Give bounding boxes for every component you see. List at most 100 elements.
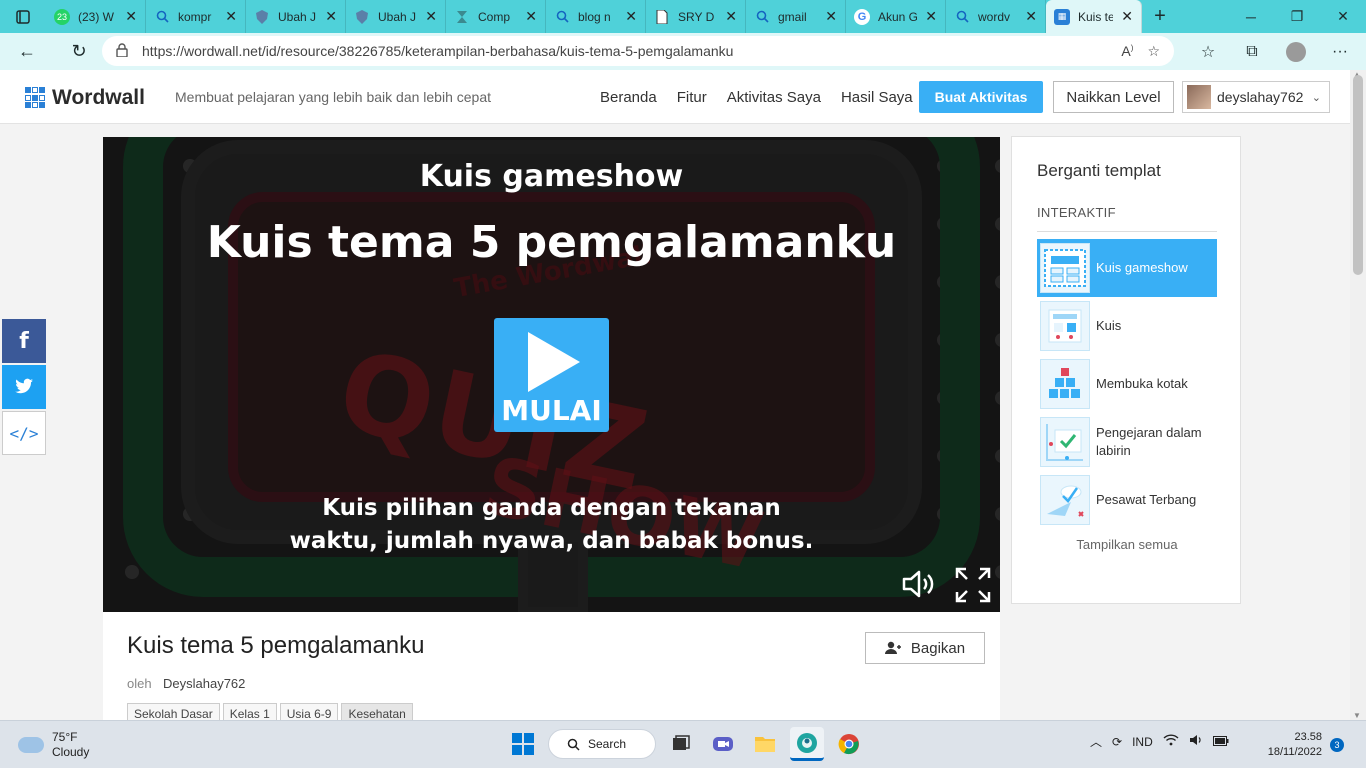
read-aloud-icon[interactable]: A) (1121, 43, 1133, 59)
wifi-icon[interactable] (1163, 734, 1179, 749)
favorites-icon[interactable]: ☆ (1186, 33, 1230, 70)
wordwall-logo[interactable]: Wordwall (25, 86, 145, 110)
person-icon (884, 641, 901, 654)
browser-tab[interactable]: G Akun G ✕ (846, 0, 946, 33)
play-icon (528, 332, 580, 392)
close-tab-icon[interactable]: ✕ (625, 8, 637, 25)
browser-tab[interactable]: SRY D ✕ (646, 0, 746, 33)
nav-my-activities[interactable]: Aktivitas Saya (727, 89, 821, 106)
taskbar-apps: Search (506, 727, 866, 761)
time: 23.58 (1294, 731, 1322, 743)
embed-button[interactable]: </> (2, 411, 46, 455)
search-label: Search (588, 737, 627, 751)
template-quiz[interactable]: Kuis (1037, 297, 1217, 355)
close-tab-icon[interactable]: ✕ (325, 8, 337, 25)
close-window-icon[interactable]: ✕ (1320, 0, 1366, 33)
fullscreen-icon[interactable] (955, 567, 991, 603)
close-tab-icon[interactable]: ✕ (1121, 8, 1133, 25)
template-airplane[interactable]: Pesawat Terbang (1037, 471, 1217, 529)
upgrade-button[interactable]: Naikkan Level (1053, 81, 1174, 113)
shield-icon (254, 9, 270, 25)
task-view-icon[interactable] (664, 727, 698, 761)
battery-icon[interactable] (1212, 735, 1229, 749)
close-tab-icon[interactable]: ✕ (725, 8, 737, 25)
template-quiz-gameshow[interactable]: Kuis gameshow (1037, 239, 1217, 297)
game-preview: The Wordwall QUIZ SHOW Kuis gameshow Kui… (103, 137, 1000, 612)
browser-tab[interactable]: Ubah J ✕ (346, 0, 446, 33)
file-explorer-icon[interactable] (748, 727, 782, 761)
browser-tab[interactable]: blog n ✕ (546, 0, 646, 33)
meet-icon[interactable] (706, 727, 740, 761)
browser-tab[interactable]: 23 (23) W ✕ (46, 0, 146, 33)
weather-widget[interactable]: 75°F Cloudy (18, 730, 89, 760)
address-bar[interactable]: https://wordwall.net/id/resource/3822678… (102, 36, 1174, 66)
browser-tab-active[interactable]: ▦ Kuis te ✕ (1046, 0, 1142, 33)
user-menu[interactable]: deyslahay762 ⌄ (1182, 81, 1330, 113)
browser-tab[interactable]: wordv ✕ (946, 0, 1046, 33)
share-button[interactable]: Bagikan (865, 632, 985, 664)
close-tab-icon[interactable]: ✕ (825, 8, 837, 25)
scroll-down-icon[interactable]: ▼ (1353, 711, 1361, 720)
new-tab-icon[interactable]: + (1142, 0, 1178, 33)
tagline: Membuat pelajaran yang lebih baik dan le… (175, 89, 491, 105)
sync-icon[interactable]: ⟳ (1112, 735, 1122, 749)
add-favorite-icon[interactable]: ☆ (1147, 43, 1160, 60)
weather-condition: Cloudy (52, 745, 90, 759)
minimize-icon[interactable]: ─ (1228, 0, 1274, 33)
create-activity-button[interactable]: Buat Aktivitas (919, 81, 1043, 113)
search-icon (954, 9, 970, 25)
restore-icon[interactable]: ❐ (1274, 0, 1320, 33)
page-scrollbar[interactable]: ▲ ▼ (1350, 70, 1366, 720)
lock-icon[interactable] (116, 42, 128, 60)
chrome-icon[interactable] (832, 727, 866, 761)
start-icon[interactable] (506, 727, 540, 761)
scrollbar-thumb[interactable] (1353, 75, 1363, 275)
sound-icon[interactable] (901, 567, 935, 601)
chevron-down-icon: ⌄ (1311, 91, 1321, 104)
weather-text: 75°F Cloudy (52, 730, 89, 760)
collections-icon[interactable]: ⧉ (1230, 33, 1274, 70)
show-all-link[interactable]: Tampilkan semua (1012, 537, 1242, 552)
browser-tab[interactable]: Ubah J ✕ (246, 0, 346, 33)
twitter-share-button[interactable] (2, 365, 46, 409)
document-icon (654, 9, 670, 25)
back-icon[interactable]: ← (8, 33, 46, 70)
author-link[interactable]: Deyslahay762 (163, 676, 245, 691)
more-menu-icon[interactable]: ··· (1318, 33, 1362, 70)
browser-toolbar: ← ↻ https://wordwall.net/id/resource/382… (0, 33, 1366, 70)
close-tab-icon[interactable]: ✕ (525, 8, 537, 25)
browser-tab[interactable]: kompr ✕ (146, 0, 246, 33)
edge-browser-icon[interactable] (790, 727, 824, 761)
template-maze-chase[interactable]: Pengejaran dalam labirin (1037, 413, 1217, 471)
language-indicator[interactable]: IND (1132, 735, 1153, 749)
nav-home[interactable]: Beranda (600, 89, 657, 106)
twitter-icon (15, 378, 33, 394)
template-label: Kuis gameshow (1096, 260, 1188, 275)
nav-my-results[interactable]: Hasil Saya (841, 89, 913, 106)
temperature: 75°F (52, 730, 78, 744)
nav-features[interactable]: Fitur (677, 89, 707, 106)
close-tab-icon[interactable]: ✕ (925, 8, 937, 25)
close-tab-icon[interactable]: ✕ (425, 8, 437, 25)
date: 18/11/2022 (1267, 746, 1322, 758)
chevron-up-icon[interactable]: ︿ (1090, 733, 1102, 750)
clock[interactable]: 23.58 18/11/2022 (1262, 730, 1322, 760)
browser-tab[interactable]: gmail ✕ (746, 0, 846, 33)
template-label: Kuis (1096, 318, 1122, 333)
tab-actions-icon[interactable] (0, 0, 46, 33)
taskbar-search[interactable]: Search (548, 729, 656, 759)
close-tab-icon[interactable]: ✕ (125, 8, 137, 25)
facebook-share-button[interactable]: f (2, 319, 46, 363)
volume-icon[interactable] (1189, 734, 1203, 749)
refresh-icon[interactable]: ↻ (60, 33, 98, 70)
start-button[interactable]: MULAI (494, 318, 609, 432)
url-text[interactable]: https://wordwall.net/id/resource/3822678… (142, 43, 1107, 59)
close-tab-icon[interactable]: ✕ (1025, 8, 1037, 25)
notification-badge[interactable]: 3 (1330, 738, 1344, 752)
template-open-box[interactable]: Membuka kotak (1037, 355, 1217, 413)
browser-tab[interactable]: Comp ✕ (446, 0, 546, 33)
profile-icon[interactable] (1274, 33, 1318, 70)
panel-heading: Berganti templat (1037, 161, 1161, 180)
template-label: Pesawat Terbang (1096, 492, 1197, 507)
close-tab-icon[interactable]: ✕ (225, 8, 237, 25)
